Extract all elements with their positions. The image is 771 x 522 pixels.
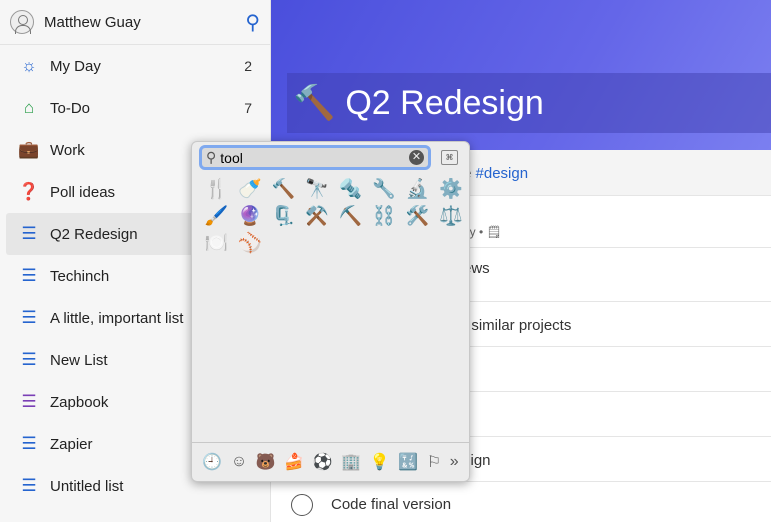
emoji-grid: 🍴 🍼 🔨 🔭 🔩 🔧 🔬 ⚙️ 🖌️ 🔮 🗜️ ⚒️ ⛏️ ⛓️ 🛠️ ⚖️ 🍽️ ⚾ xyxy=(200,176,468,257)
user-header: Matthew Guay ⚲ xyxy=(0,0,270,45)
item-count: 7 xyxy=(244,100,252,116)
sidebar-item-label: My Day xyxy=(50,57,101,75)
emoji-option[interactable]: ⛏️ xyxy=(334,203,368,230)
list-icon: ☰ xyxy=(21,308,37,327)
category-icon[interactable]: » xyxy=(450,453,459,471)
list-icon: ⌂ xyxy=(23,98,35,117)
search-icon[interactable]: ⚲ xyxy=(245,10,260,35)
list-icon: ☰ xyxy=(21,434,37,453)
category-icon[interactable]: 🍰 xyxy=(284,452,304,472)
emoji-search: ⚲ ✕ xyxy=(199,145,431,170)
emoji-option[interactable]: 🔭 xyxy=(301,176,335,203)
page-title: Q2 Redesign xyxy=(345,83,544,122)
emoji-option[interactable]: ⚖️ xyxy=(435,203,469,230)
emoji-option[interactable]: 🔩 xyxy=(334,176,368,203)
tag-link[interactable]: #design xyxy=(476,165,529,182)
emoji-option[interactable]: 🍽️ xyxy=(200,230,234,257)
emoji-option[interactable]: 🍼 xyxy=(234,176,268,203)
emoji-option[interactable]: 🔬 xyxy=(401,176,435,203)
sidebar-item-label: To-Do xyxy=(50,99,91,117)
category-icon[interactable]: 🐻 xyxy=(256,452,276,472)
list-icon: 💼 xyxy=(18,140,40,159)
list-icon: ☰ xyxy=(21,350,37,369)
hammer-icon: 🔨 xyxy=(293,84,336,122)
emoji-option[interactable]: 🔮 xyxy=(234,203,268,230)
category-icon[interactable]: ⚐ xyxy=(427,452,441,472)
category-bar: 🕘 ☺ 🐻 🍰 ⚽ 🏢 💡 🔣 ⚐ » xyxy=(192,442,469,481)
item-count: 2 xyxy=(244,58,252,74)
category-icon[interactable]: ⚽ xyxy=(313,452,333,472)
sidebar-item-to-do[interactable]: ⌂ To-Do 7 xyxy=(6,87,264,129)
list-icon: ☰ xyxy=(21,476,37,495)
category-icon[interactable]: 🏢 xyxy=(341,452,361,472)
emoji-option[interactable]: 🛠️ xyxy=(401,203,435,230)
clear-icon[interactable]: ✕ xyxy=(409,150,424,165)
category-icon[interactable]: 🕘 xyxy=(202,452,222,472)
emoji-option[interactable]: ⚒️ xyxy=(301,203,335,230)
list-icon: ☰ xyxy=(21,224,37,243)
emoji-option[interactable]: 🍴 xyxy=(200,176,234,203)
emoji-option[interactable]: 🔨 xyxy=(267,176,301,203)
emoji-search-input[interactable] xyxy=(220,149,409,166)
sidebar-item-my-day[interactable]: ☼ My Day 2 xyxy=(6,45,264,87)
category-icon[interactable]: ☺ xyxy=(231,453,247,471)
emoji-option[interactable]: 🖌️ xyxy=(200,203,234,230)
character-viewer-icon[interactable]: ⌘ xyxy=(441,150,458,165)
category-icon[interactable]: 🔣 xyxy=(398,452,418,472)
list-icon: ☰ xyxy=(21,266,37,285)
list-title[interactable]: 🔨 Q2 Redesign xyxy=(287,73,771,133)
list-icon: ☰ xyxy=(21,392,37,411)
emoji-picker: ⚲ ✕ ⌘ 🍴🍼🔨🔭🔩🔧🔬⚙️ 🖌️🔮🗜️⚒️⛏️⛓️🛠️⚖️ 🍽️⚾ 🕘 ☺ 🐻 🍰 ⚽ 🏢… xyxy=(191,141,470,482)
emoji-option[interactable]: 🔧 xyxy=(368,176,402,203)
task-title: t similar projects xyxy=(463,317,572,334)
category-icon[interactable]: 💡 xyxy=(370,452,390,472)
emoji-option[interactable]: ⛓️ xyxy=(368,203,402,230)
task-title: Code final version xyxy=(331,496,452,513)
user-name: Matthew Guay xyxy=(44,13,141,31)
list-icon: ❓ xyxy=(18,182,40,201)
task-checkbox[interactable] xyxy=(291,494,313,516)
list-icon: ☼ xyxy=(21,56,37,75)
avatar[interactable] xyxy=(10,10,34,34)
search-icon: ⚲ xyxy=(206,149,217,165)
emoji-option[interactable]: ⚙️ xyxy=(435,176,469,203)
emoji-option[interactable]: 🗜️ xyxy=(267,203,301,230)
emoji-option[interactable]: ⚾ xyxy=(234,230,268,257)
